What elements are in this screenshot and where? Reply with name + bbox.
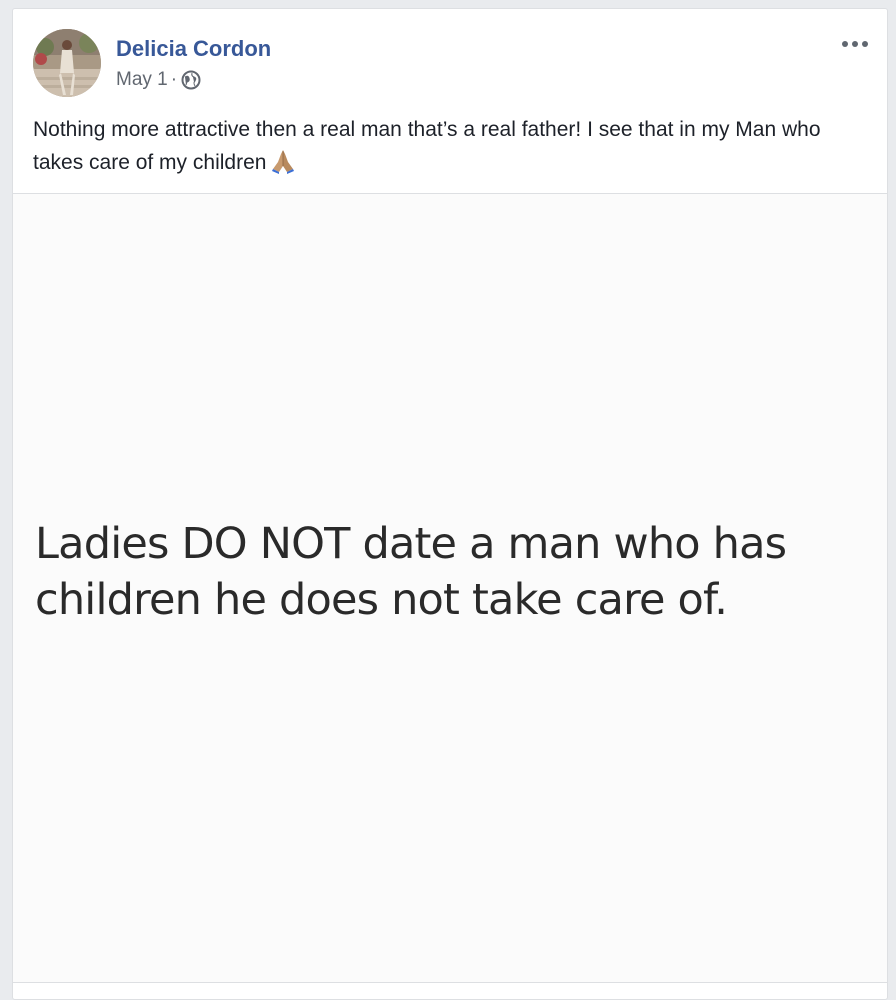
avatar[interactable] [33,29,101,97]
folded-hands-icon [270,148,296,174]
avatar-photo [33,29,101,97]
post-card: Delicia Cordon May 1 · Nothing more attr… [12,8,888,1000]
post-image[interactable]: Ladies DO NOT date a man who has childre… [13,193,887,983]
post-image-text: Ladies DO NOT date a man who has childre… [35,519,787,625]
globe-icon[interactable] [181,70,201,90]
post-text: Nothing more attractive then a real man … [33,113,873,179]
more-options-icon[interactable] [839,35,871,53]
author-name-link[interactable]: Delicia Cordon [116,36,271,62]
post-meta: May 1 · [116,69,201,91]
meta-separator: · [170,69,178,90]
post-text-content: Nothing more attractive then a real man … [33,118,821,174]
post-date-link[interactable]: May 1 [116,69,168,91]
